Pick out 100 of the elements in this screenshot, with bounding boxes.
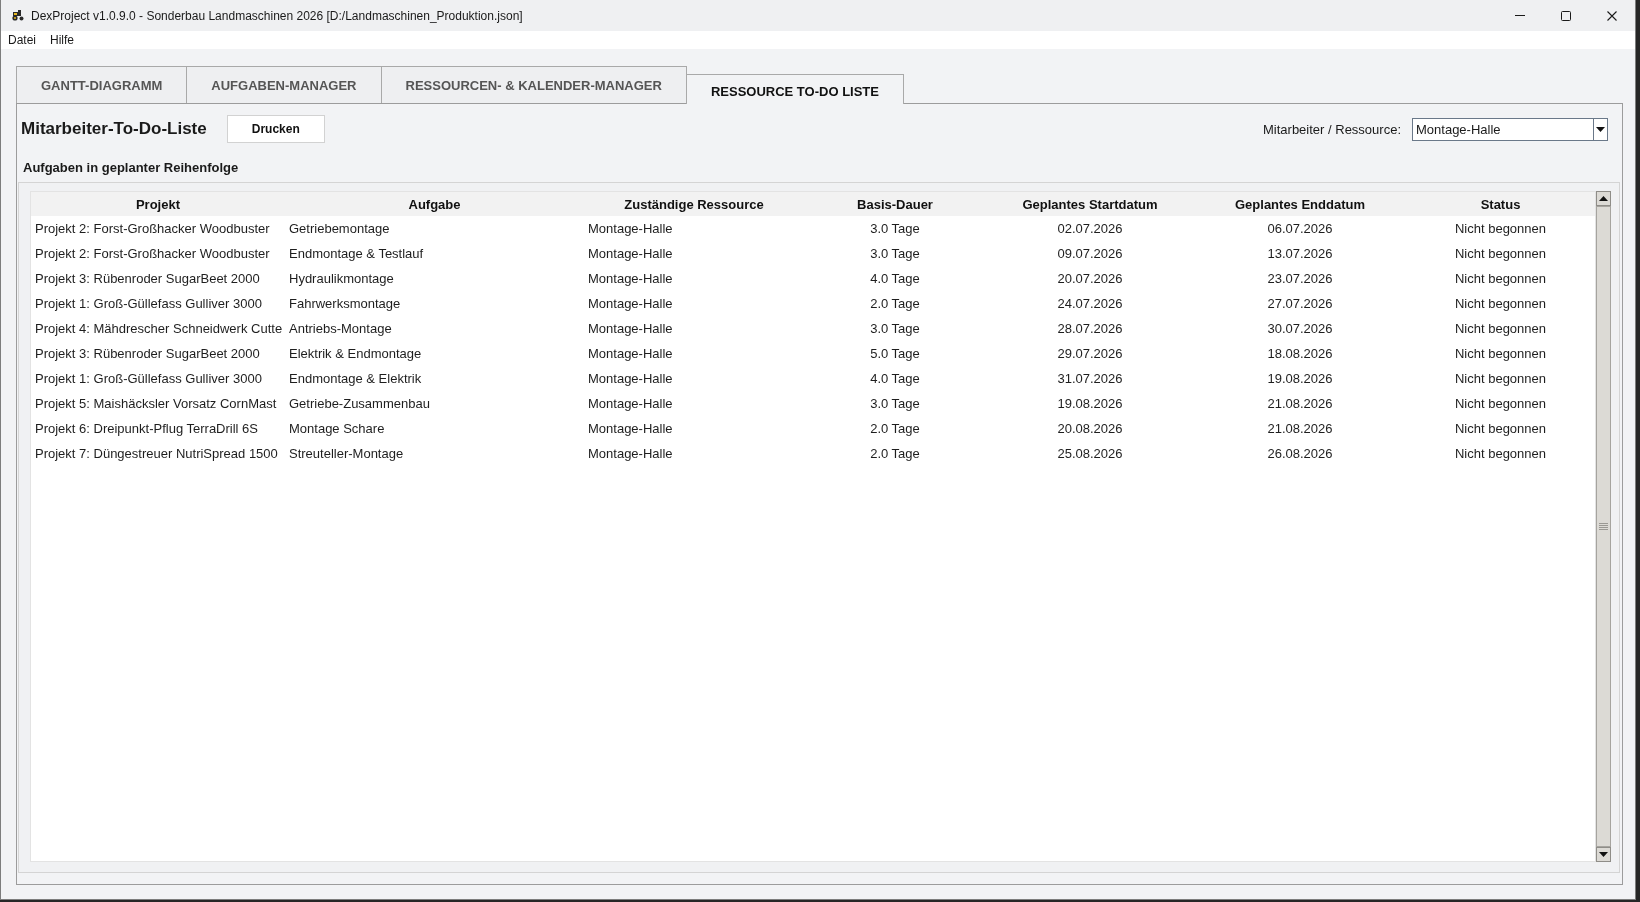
- table-caption: Aufgaben in geplanter Reihenfolge: [23, 160, 240, 176]
- table-cell-text: 21.08.2026: [1266, 395, 1334, 413]
- table-cell-text: Nicht begonnen: [1453, 245, 1548, 263]
- table-cell-text: Projekt 2: Forst-Großhacker Woodbuster: [34, 245, 271, 263]
- maximize-icon: [1561, 10, 1571, 21]
- table-cell-text: Nicht begonnen: [1453, 395, 1548, 413]
- table-cell-text: 3.0 Tage: [869, 220, 921, 238]
- table-cell-text: Montage-Halle: [587, 245, 674, 263]
- table-cell-text: Projekt 3: Rübenroder SugarBeet 2000: [34, 345, 261, 363]
- table-cell-text: Projekt 5: Maishäcksler Vorsatz CornMast: [34, 395, 278, 413]
- column-header: Projekt: [31, 192, 285, 216]
- table-cell-text: 02.07.2026: [1056, 220, 1124, 238]
- table-cell-text: 28.07.2026: [1056, 320, 1124, 338]
- scroll-thumb[interactable]: [1596, 206, 1611, 847]
- down-triangle-icon: [1599, 852, 1608, 857]
- table-cell-text: Montage Schare: [288, 420, 386, 438]
- table-cell-text: Getriebemontage: [288, 220, 391, 238]
- tab[interactable]: RESSOURCEN- & KALENDER-MANAGER: [380, 66, 687, 103]
- tractor-icon: [12, 10, 24, 21]
- table-cell-text: 2.0 Tage: [869, 445, 921, 463]
- column-header: Basis-Dauer: [804, 192, 986, 216]
- scroll-down-button[interactable]: [1596, 847, 1611, 862]
- table-cell-text: Fahrwerksmontage: [288, 295, 402, 313]
- table-cell-text: Projekt 1: Groß-Güllefass Gulliver 3000: [34, 295, 263, 313]
- column-header: Status: [1406, 192, 1595, 216]
- grip-icon: [1599, 523, 1608, 530]
- table-cell-text: Projekt 1: Groß-Güllefass Gulliver 3000: [34, 370, 263, 388]
- table-cell-text: Montage-Halle: [587, 270, 674, 288]
- table-cell-text: 20.08.2026: [1056, 420, 1124, 438]
- table-cell-text: 26.08.2026: [1266, 445, 1334, 463]
- table-cell-text: 2.0 Tage: [869, 295, 921, 313]
- table-cell-text: 25.08.2026: [1056, 445, 1124, 463]
- print-button[interactable]: Drucken: [226, 115, 325, 143]
- table-cell-text: 13.07.2026: [1266, 245, 1334, 263]
- table-cell-text: 06.07.2026: [1266, 220, 1334, 238]
- table-cell-text: 31.07.2026: [1056, 370, 1124, 388]
- table-cell-text: 27.07.2026: [1266, 295, 1334, 313]
- table-cell-text: Elektrik & Endmontage: [288, 345, 423, 363]
- table-cell-text: Hydraulikmontage: [288, 270, 395, 288]
- table-cell-text: Projekt 2: Forst-Großhacker Woodbuster: [34, 220, 271, 238]
- table-cell-text: Projekt 4: Mähdrescher Schneidwerk Cutte: [34, 320, 284, 338]
- tab[interactable]: AUFGABEN-MANAGER: [186, 66, 382, 103]
- table-cell-text: Projekt 7: Düngestreuer NutriSpread 1500: [34, 445, 279, 463]
- table-cell-text: 3.0 Tage: [869, 395, 921, 413]
- menu-item[interactable]: Hilfe: [50, 33, 75, 47]
- table-cell-text: Montage-Halle: [587, 345, 674, 363]
- table-cell-text: Projekt 3: Rübenroder SugarBeet 2000: [34, 270, 261, 288]
- table-cell-text: 2.0 Tage: [869, 420, 921, 438]
- table-cell-text: 4.0 Tage: [869, 270, 921, 288]
- table-cell-text: Nicht begonnen: [1453, 270, 1548, 288]
- table-cell-text: Endmontage & Testlauf: [288, 245, 425, 263]
- table-cell-text: 29.07.2026: [1056, 345, 1124, 363]
- table-cell-text: 21.08.2026: [1266, 420, 1334, 438]
- close-icon: [1607, 10, 1617, 21]
- up-triangle-icon: [1599, 196, 1608, 201]
- table-cell-text: 4.0 Tage: [869, 370, 921, 388]
- table-cell-text: 19.08.2026: [1056, 395, 1124, 413]
- table-cell-text: 23.07.2026: [1266, 270, 1334, 288]
- table-cell-text: Montage-Halle: [587, 370, 674, 388]
- table-cell-text: Nicht begonnen: [1453, 445, 1548, 463]
- table-cell-text: 3.0 Tage: [869, 245, 921, 263]
- table-cell-text: 3.0 Tage: [869, 320, 921, 338]
- resource-dropdown[interactable]: Montage-Halle: [1412, 117, 1608, 141]
- table-cell-text: 30.07.2026: [1266, 320, 1334, 338]
- table-cell-text: 18.08.2026: [1266, 345, 1334, 363]
- table-cell-text: Nicht begonnen: [1453, 345, 1548, 363]
- table-cell-text: 19.08.2026: [1266, 370, 1334, 388]
- table-cell-text: Montage-Halle: [587, 420, 674, 438]
- table-cell-text: Nicht begonnen: [1453, 370, 1548, 388]
- column-header: Zuständige Ressource: [584, 192, 804, 216]
- table-cell-text: Montage-Halle: [587, 395, 674, 413]
- column-header: Geplantes Startdatum: [986, 192, 1194, 216]
- minimize-icon: [1515, 15, 1525, 16]
- table-cell-text: Getriebe-Zusammenbau: [288, 395, 431, 413]
- table-cell-text: Nicht begonnen: [1453, 420, 1548, 438]
- caret-down-icon: [1596, 126, 1605, 132]
- table-cell-text: 20.07.2026: [1056, 270, 1124, 288]
- column-header: Geplantes Enddatum: [1194, 192, 1406, 216]
- table-cell-text: 24.07.2026: [1056, 295, 1124, 313]
- tab[interactable]: RESSOURCE TO-DO LISTE: [685, 74, 904, 104]
- table-cell-text: Montage-Halle: [587, 220, 674, 238]
- table-cell-text: Montage-Halle: [587, 295, 674, 313]
- panel-title: Mitarbeiter-To-Do-Liste: [21, 119, 207, 139]
- resource-label: Mitarbeiter / Ressource:: [1263, 121, 1401, 137]
- column-header: Aufgabe: [285, 192, 584, 216]
- table-cell-text: 5.0 Tage: [869, 345, 921, 363]
- table-cell-text: Nicht begonnen: [1453, 320, 1548, 338]
- table-cell-text: Antriebs-Montage: [288, 320, 393, 338]
- table-cell-text: Streuteller-Montage: [288, 445, 405, 463]
- menu-item[interactable]: Datei: [8, 33, 36, 47]
- table-cell-text: Nicht begonnen: [1453, 220, 1548, 238]
- table-cell-text: Montage-Halle: [587, 320, 674, 338]
- scroll-up-button[interactable]: [1596, 191, 1611, 206]
- table-cell-text: 09.07.2026: [1056, 245, 1124, 263]
- table-cell-text: Montage-Halle: [587, 445, 674, 463]
- table-cell-text: Projekt 6: Dreipunkt-Pflug TerraDrill 6S: [34, 420, 259, 438]
- table-cell-text: Endmontage & Elektrik: [288, 370, 423, 388]
- window-title: DexProject v1.0.9.0 - Sonderbau Landmaschinen 2026 [D:/Landmaschinen_Produktion.json]: [31, 8, 523, 23]
- tab[interactable]: GANTT-DIAGRAMM: [16, 66, 188, 103]
- table-cell-text: Nicht begonnen: [1453, 295, 1548, 313]
